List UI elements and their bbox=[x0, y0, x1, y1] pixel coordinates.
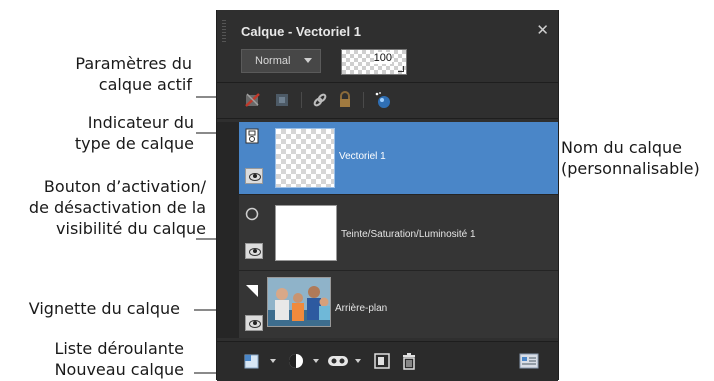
callout-line: type de calque bbox=[74, 134, 194, 153]
layer-row-selected[interactable]: Vectoriel 1 bbox=[239, 122, 558, 194]
toolbar-separator bbox=[363, 92, 364, 108]
panel-title: Calque - Vectoriel 1 bbox=[241, 24, 361, 39]
vector-layer-type-icon bbox=[245, 128, 259, 148]
layer-thumbnail bbox=[275, 128, 335, 188]
callout-line: Paramètres du bbox=[75, 54, 192, 73]
layer-effects-icon[interactable] bbox=[373, 90, 393, 110]
delete-icon[interactable] bbox=[401, 352, 419, 370]
layer-thumbnail bbox=[275, 205, 337, 261]
visibility-toggle-icon[interactable] bbox=[245, 315, 263, 331]
close-icon[interactable]: ✕ bbox=[536, 21, 549, 39]
callout-line: de désactivation de la bbox=[28, 198, 206, 217]
lock-icon[interactable] bbox=[335, 90, 355, 110]
link-mask-icon[interactable] bbox=[272, 90, 292, 110]
mask-dropdown-caret[interactable] bbox=[355, 359, 361, 363]
callout-line: Vignette du calque bbox=[28, 299, 180, 318]
layer-name[interactable]: Arrière-plan bbox=[335, 303, 387, 314]
new-adjustment-icon[interactable] bbox=[287, 352, 307, 370]
blend-mode-value: Normal bbox=[255, 55, 291, 67]
new-layer-dropdown-caret[interactable] bbox=[270, 359, 276, 363]
link-icon[interactable] bbox=[310, 90, 330, 110]
layer-thumbnail-photo bbox=[267, 277, 331, 327]
chevron-down-icon bbox=[304, 58, 312, 63]
new-group-icon[interactable] bbox=[373, 352, 393, 370]
layer-row[interactable]: Arrière-plan bbox=[239, 270, 558, 338]
callout-layer-type-indicator: Indicateur du type de calque bbox=[75, 112, 194, 154]
layer-name[interactable]: Vectoriel 1 bbox=[339, 151, 386, 162]
adjustment-dropdown-caret[interactable] bbox=[313, 359, 319, 363]
callout-active-layer-params: Paramètres du calque actif bbox=[75, 53, 192, 95]
callout-layer-thumbnail: Vignette du calque bbox=[29, 298, 180, 319]
toolbar-divider bbox=[217, 118, 558, 119]
layer-properties-icon[interactable] bbox=[519, 352, 539, 370]
visibility-toggle-icon[interactable] bbox=[245, 243, 263, 259]
resize-corner-icon bbox=[398, 66, 404, 72]
callout-line: Nouveau calque bbox=[54, 360, 184, 379]
blend-mode-dropdown[interactable]: Normal bbox=[241, 49, 321, 73]
callout-line: (personnalisable) bbox=[561, 159, 700, 178]
opacity-field[interactable]: 100 bbox=[341, 49, 407, 75]
panel-grip[interactable] bbox=[222, 20, 226, 42]
opacity-value: 100 bbox=[373, 52, 392, 64]
callout-visibility-toggle: Bouton d’activation/ de désactivation de… bbox=[29, 176, 206, 239]
callout-line: Liste déroulante bbox=[54, 339, 184, 358]
callout-line: Bouton d’activation/ bbox=[43, 177, 206, 196]
new-mask-icon[interactable] bbox=[327, 352, 349, 370]
layers-panel: Calque - Vectoriel 1 ✕ Normal 100 Vector… bbox=[216, 10, 559, 381]
callout-line: Indicateur du bbox=[87, 113, 194, 132]
callout-line: Nom du calque bbox=[561, 138, 682, 157]
layer-gutter bbox=[217, 122, 239, 338]
callout-new-layer-dropdown: Liste déroulante Nouveau calque bbox=[54, 338, 184, 380]
layer-row[interactable]: Teinte/Saturation/Luminosité 1 bbox=[239, 194, 558, 270]
delete-layer-icon[interactable] bbox=[243, 90, 263, 110]
toolbar-separator bbox=[301, 92, 302, 108]
new-layer-icon[interactable] bbox=[243, 352, 263, 370]
toolbar-divider bbox=[217, 82, 558, 83]
layer-name[interactable]: Teinte/Saturation/Luminosité 1 bbox=[341, 229, 476, 240]
callout-line: calque actif bbox=[98, 75, 192, 94]
bottom-toolbar bbox=[217, 341, 558, 381]
callout-layer-name: Nom du calque (personnalisable) bbox=[561, 137, 700, 179]
visibility-toggle-icon[interactable] bbox=[245, 168, 263, 184]
adjustment-layer-type-icon bbox=[245, 206, 259, 225]
raster-layer-type-icon bbox=[245, 283, 259, 302]
callout-line: visibilité du calque bbox=[56, 219, 206, 238]
